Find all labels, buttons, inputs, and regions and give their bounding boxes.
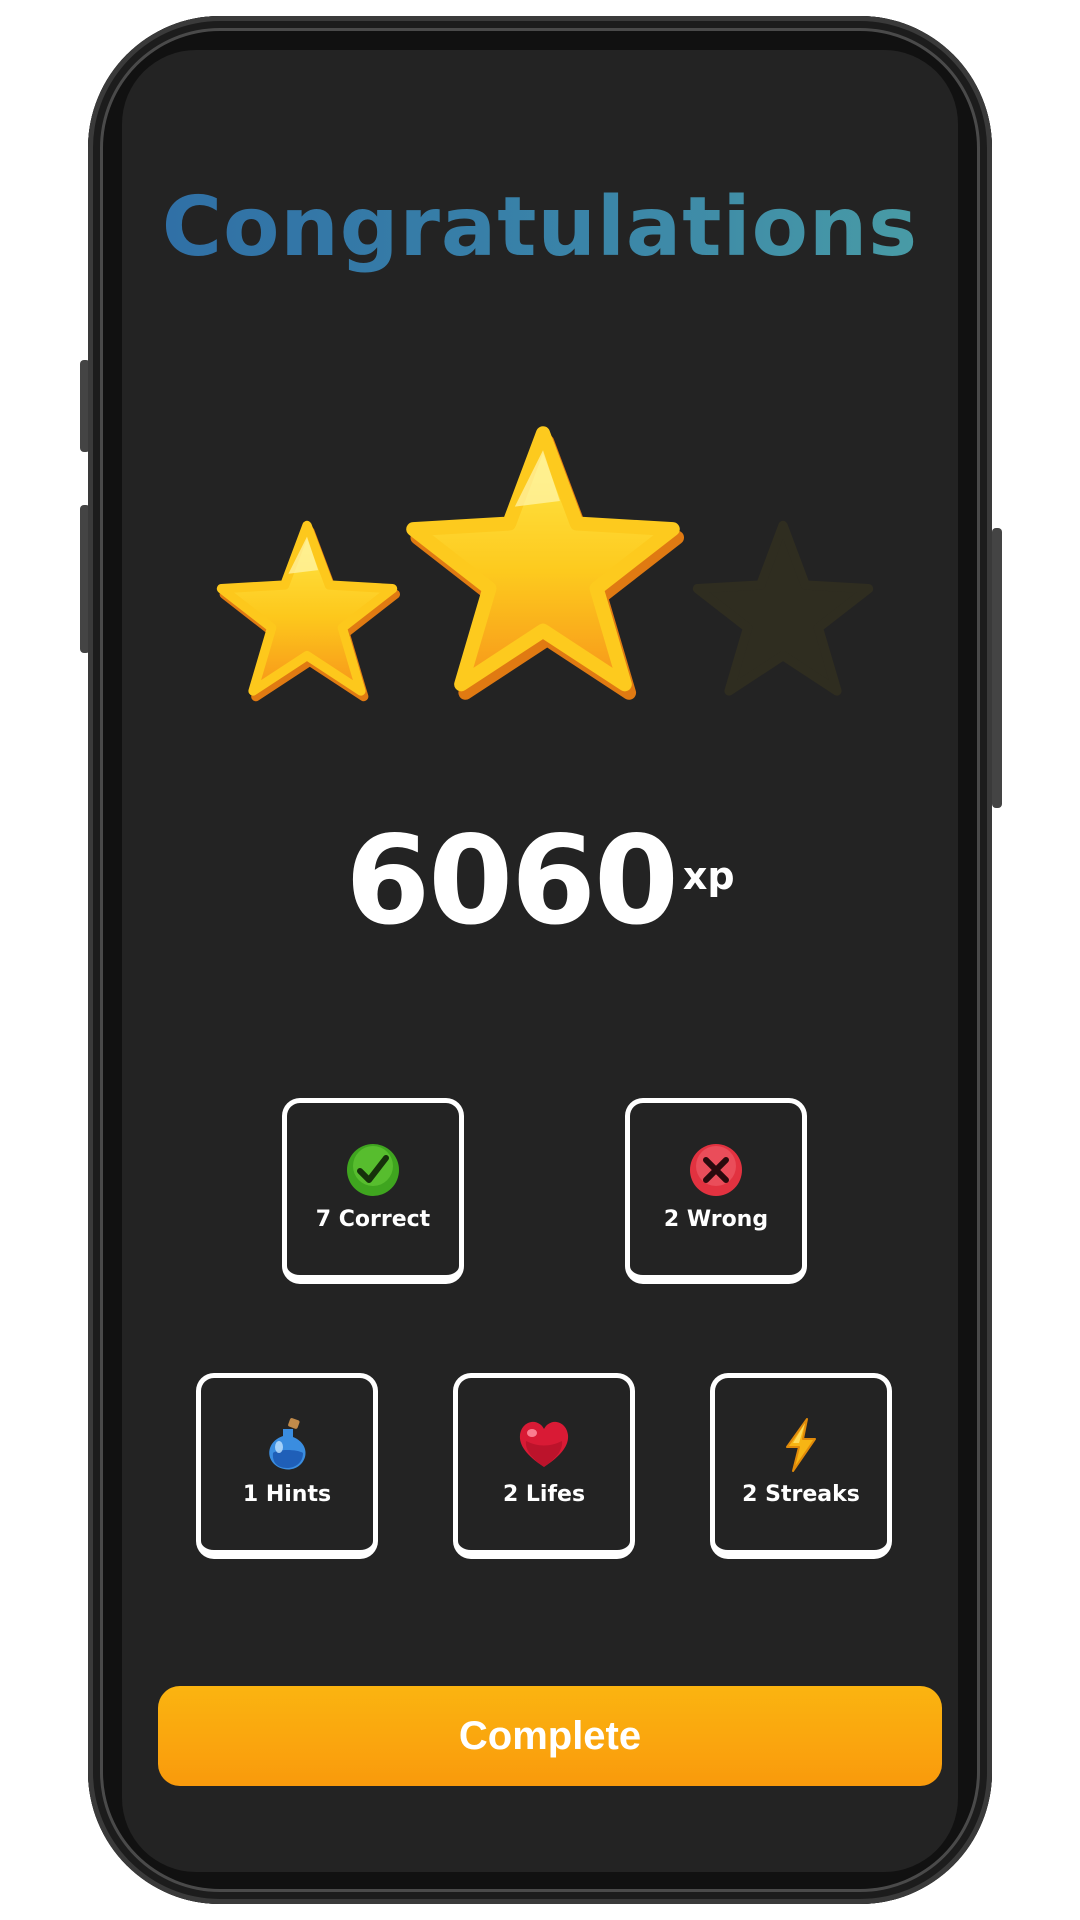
complete-button[interactable]: Complete (158, 1686, 942, 1786)
stat-card-correct: 7 Correct (282, 1098, 464, 1284)
score-display: 6060 xp (122, 810, 958, 952)
lightning-icon (715, 1416, 887, 1474)
page-title: Congratulations (122, 180, 958, 275)
page: Congratulations 6060 xp 7 Correct 2 Wron… (0, 0, 1080, 1920)
results-screen: Congratulations 6060 xp 7 Correct 2 Wron… (122, 50, 958, 1872)
stat-label-hints: 1 Hints (242, 1482, 332, 1507)
power-button (992, 528, 1002, 808)
stat-card-hints: 1 Hints (196, 1373, 378, 1559)
check-circle-icon (287, 1141, 459, 1199)
star-icon-filled-2 (402, 422, 684, 704)
star-icon-filled-1 (214, 518, 400, 704)
heart-icon (458, 1416, 630, 1474)
stat-card-lifes: 2 Lifes (453, 1373, 635, 1559)
score-value: 6060 (345, 810, 679, 952)
stat-label-lifes: 2 Lifes (502, 1482, 586, 1507)
stat-label-streaks: 2 Streaks (742, 1482, 860, 1507)
stat-card-streaks: 2 Streaks (710, 1373, 892, 1559)
stat-card-wrong: 2 Wrong (625, 1098, 807, 1284)
star-icon-empty (690, 518, 876, 704)
stat-label-correct: 7 Correct (315, 1207, 431, 1232)
score-unit: xp (682, 854, 735, 898)
stat-label-wrong: 2 Wrong (663, 1207, 769, 1232)
potion-icon (201, 1416, 373, 1474)
cross-circle-icon (630, 1141, 802, 1199)
